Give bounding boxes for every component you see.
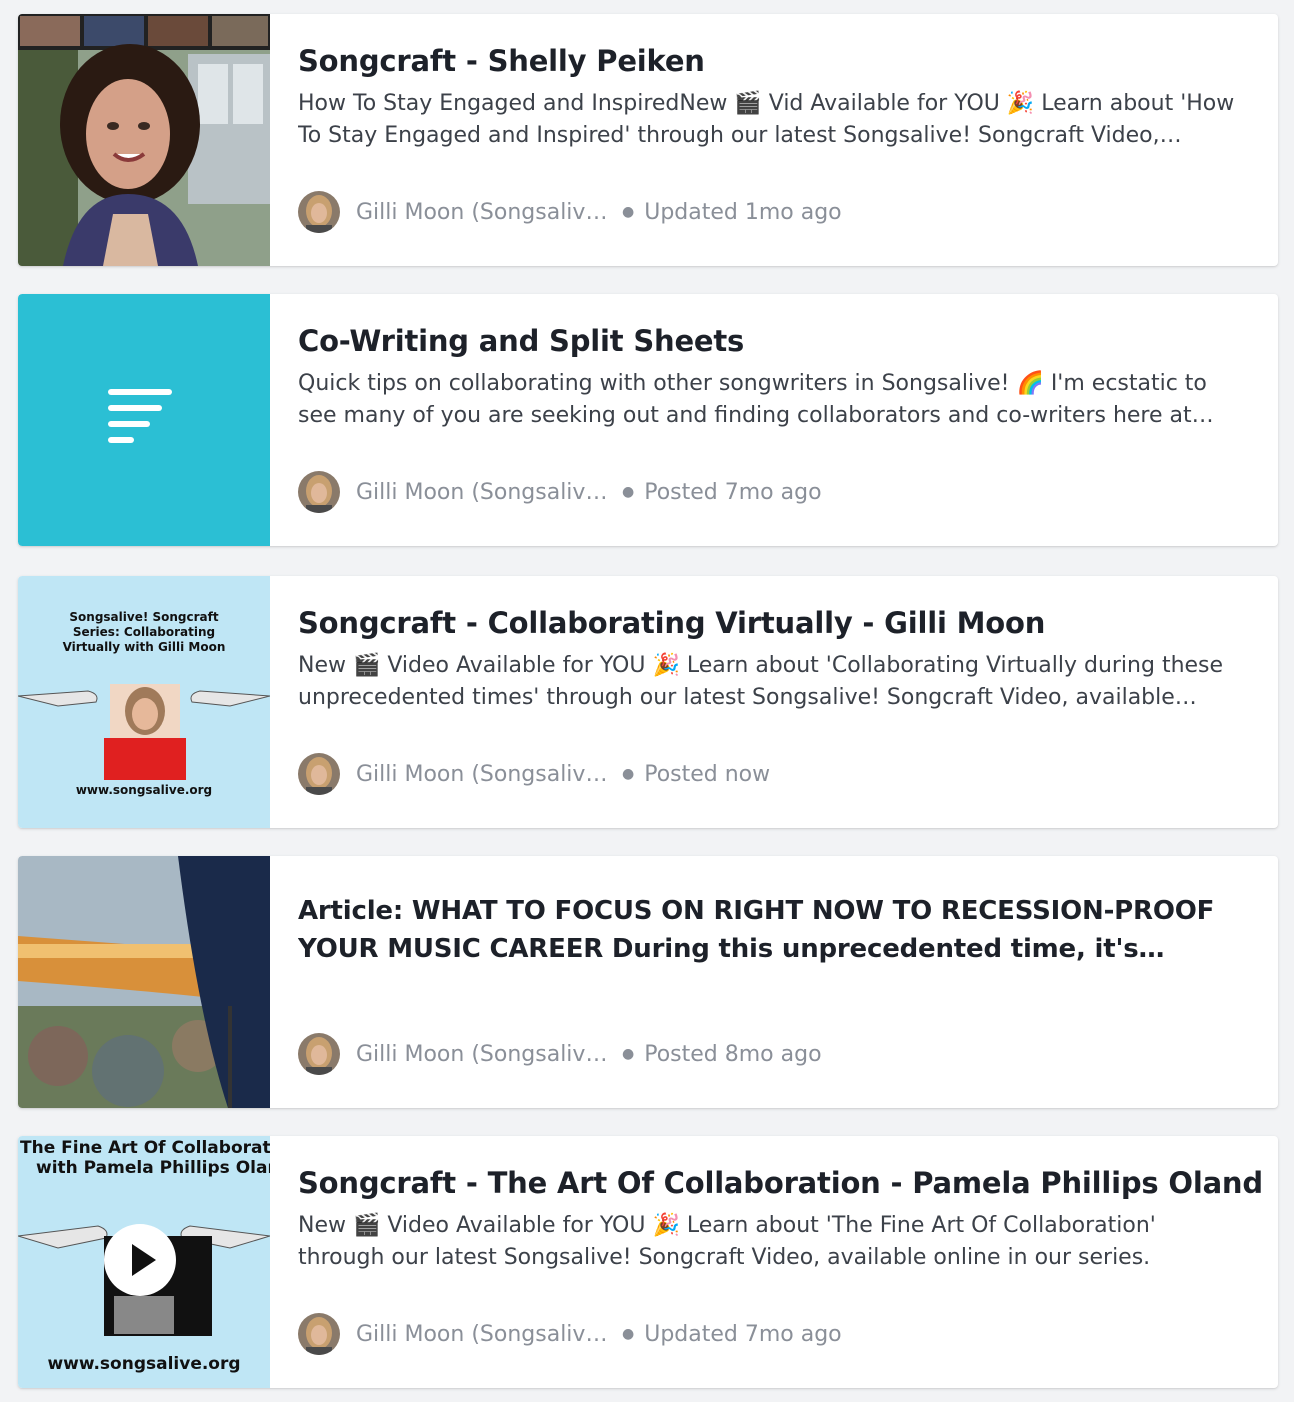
post-description: New 🎬 Video Available for YOU 🎉 Learn ab… <box>298 1213 1156 1270</box>
author-name[interactable]: Gilli Moon (Songsalive!) <box>356 1322 608 1347</box>
post-timestamp: Posted 8mo ago <box>644 1041 822 1067</box>
collaboration-graphic <box>18 684 270 780</box>
author-name[interactable]: Gilli Moon (Songsalive!) <box>356 480 608 505</box>
post-meta: Gilli Moon (Songsalive!) ● Posted 7mo ag… <box>298 470 822 514</box>
separator-dot: ● <box>622 1046 635 1062</box>
author-name[interactable]: Gilli Moon (Songsalive!) <box>356 1042 608 1067</box>
play-icon <box>131 1244 156 1276</box>
post-body: Songcraft - Collaborating Virtually - Gi… <box>270 576 1278 828</box>
guitar-photo <box>18 856 270 1108</box>
video-call-image <box>18 14 270 266</box>
post-description: Quick tips on collaborating with other s… <box>298 371 1207 428</box>
separator-dot: ● <box>622 204 635 220</box>
songcraft-series-thumbnail[interactable]: Songsalive! Songcraft Series: Collaborat… <box>18 576 270 828</box>
post-card[interactable]: Article: WHAT TO FOCUS ON RIGHT NOW TO R… <box>18 856 1278 1108</box>
thumbnail-heading: Songsalive! Songcraft Series: Collaborat… <box>62 610 226 654</box>
text-lines-thumbnail[interactable] <box>18 294 270 546</box>
post-timestamp: Updated 1mo ago <box>644 199 842 225</box>
post-body: Article: WHAT TO FOCUS ON RIGHT NOW TO R… <box>270 856 1278 1108</box>
separator-dot: ● <box>622 1326 635 1342</box>
author-name[interactable]: Gilli Moon (Songsalive!) <box>356 762 608 787</box>
thumbnail-subheading: with Pamela Phillips Oland <box>36 1158 270 1178</box>
post-title[interactable]: Songcraft - Shelly Peiken <box>298 42 1250 80</box>
post-description: New 🎬 Video Available for YOU 🎉 Learn ab… <box>298 653 1224 710</box>
post-meta: Gilli Moon (Songsalive!) ● Posted now <box>298 752 770 796</box>
post-description: How To Stay Engaged and InspiredNew 🎬 Vi… <box>298 91 1235 148</box>
avatar[interactable] <box>298 191 340 233</box>
post-card[interactable]: Co-Writing and Split Sheets Quick tips o… <box>18 294 1278 546</box>
avatar[interactable] <box>298 753 340 795</box>
avatar[interactable] <box>298 1313 340 1355</box>
video-call-thumbnail[interactable] <box>18 14 270 266</box>
avatar[interactable] <box>298 1033 340 1075</box>
post-card[interactable]: Songsalive! Songcraft Series: Collaborat… <box>18 576 1278 828</box>
post-card[interactable]: Songcraft - Shelly Peiken How To Stay En… <box>18 14 1278 266</box>
post-title[interactable]: Co-Writing and Split Sheets <box>298 322 1250 360</box>
post-title[interactable]: Article: WHAT TO FOCUS ON RIGHT NOW TO R… <box>298 892 1250 968</box>
author-name[interactable]: Gilli Moon (Songsalive!) <box>356 200 608 225</box>
post-timestamp: Updated 7mo ago <box>644 1321 842 1347</box>
post-meta: Gilli Moon (Songsalive!) ● Updated 7mo a… <box>298 1312 842 1356</box>
collaboration-video-thumbnail[interactable]: The Fine Art Of Collaboration with Pamel… <box>18 1136 270 1388</box>
separator-dot: ● <box>622 484 635 500</box>
thumbnail-url: www.songsalive.org <box>75 783 213 797</box>
post-card[interactable]: The Fine Art Of Collaboration with Pamel… <box>18 1136 1278 1388</box>
thumbnail-url: www.songsalive.org <box>47 1354 241 1374</box>
post-timestamp: Posted 7mo ago <box>644 479 822 505</box>
post-meta: Gilli Moon (Songsalive!) ● Posted 8mo ag… <box>298 1032 822 1076</box>
post-body: Songcraft - Shelly Peiken How To Stay En… <box>270 14 1278 266</box>
post-body: Co-Writing and Split Sheets Quick tips o… <box>270 294 1278 546</box>
post-meta: Gilli Moon (Songsalive!) ● Updated 1mo a… <box>298 190 842 234</box>
play-button[interactable] <box>104 1224 176 1296</box>
text-lines-icon <box>108 389 172 443</box>
posts-feed: Songcraft - Shelly Peiken How To Stay En… <box>0 0 1294 1402</box>
post-timestamp: Posted now <box>644 761 771 787</box>
guitar-photo-thumbnail[interactable] <box>18 856 270 1108</box>
thumbnail-heading: The Fine Art Of Collaboration <box>20 1138 270 1158</box>
post-body: Songcraft - The Art Of Collaboration - P… <box>270 1136 1278 1388</box>
avatar[interactable] <box>298 471 340 513</box>
post-title[interactable]: Songcraft - Collaborating Virtually - Gi… <box>298 604 1250 642</box>
post-title[interactable]: Songcraft - The Art Of Collaboration - P… <box>298 1164 1263 1202</box>
separator-dot: ● <box>622 766 635 782</box>
